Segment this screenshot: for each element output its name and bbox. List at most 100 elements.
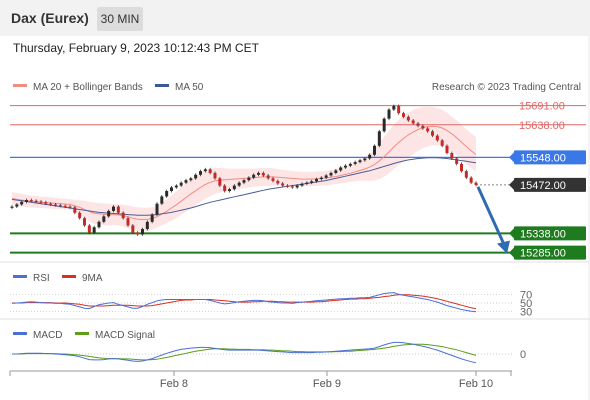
candle-body bbox=[252, 174, 256, 178]
rsi-legend-label: RSI bbox=[33, 273, 50, 284]
macd-signal-legend-swatch bbox=[75, 332, 89, 335]
candle-body bbox=[237, 182, 241, 186]
rsi-ma-legend-label: 9MA bbox=[82, 273, 103, 284]
candle-body bbox=[377, 131, 381, 146]
candle-body bbox=[445, 145, 449, 154]
rsi-legend-swatch bbox=[13, 275, 27, 278]
candle-body bbox=[281, 183, 285, 186]
candle-body bbox=[310, 181, 314, 183]
candle-body bbox=[295, 185, 299, 188]
candle-body bbox=[136, 232, 140, 235]
candle-body bbox=[348, 163, 352, 166]
candle-body bbox=[257, 172, 260, 175]
candle-body bbox=[276, 180, 280, 184]
candle-body bbox=[112, 206, 115, 211]
candle-body bbox=[329, 172, 333, 176]
candle-body bbox=[228, 189, 231, 192]
level-tag-pointer-15472.00 bbox=[509, 179, 514, 190]
candle-body bbox=[203, 169, 207, 172]
candle-body bbox=[58, 205, 62, 207]
candle-body bbox=[397, 105, 401, 114]
candle-body bbox=[174, 185, 178, 188]
level-label-15691.00: 15691.00 bbox=[519, 101, 565, 113]
candle-body bbox=[247, 177, 251, 181]
candle-body bbox=[78, 212, 82, 219]
candle-body bbox=[363, 158, 367, 161]
candle-body bbox=[290, 186, 294, 188]
candle-body bbox=[305, 182, 309, 184]
rsi-panel-layer: 705030 bbox=[10, 289, 532, 319]
rsi-level-label-30: 30 bbox=[520, 307, 532, 319]
candle-body bbox=[44, 202, 48, 204]
candle-body bbox=[189, 178, 193, 181]
candle-body bbox=[83, 218, 86, 226]
level-label-15472.00: 15472.00 bbox=[520, 180, 566, 192]
candle-body bbox=[10, 206, 14, 208]
candle-body bbox=[344, 165, 347, 168]
candle-body bbox=[39, 201, 43, 203]
candle-body bbox=[416, 123, 420, 126]
candle-body bbox=[218, 178, 222, 186]
level-tag-pointer-15548.00 bbox=[509, 152, 514, 163]
candle-body bbox=[464, 171, 468, 178]
candle-body bbox=[213, 172, 217, 179]
candle-body bbox=[402, 113, 405, 117]
ma20-legend-swatch bbox=[13, 84, 27, 87]
ma50-legend-swatch bbox=[155, 84, 169, 87]
candle-body bbox=[208, 169, 212, 173]
candle-body bbox=[440, 140, 444, 146]
candle-body bbox=[382, 118, 386, 132]
candle-body bbox=[194, 174, 198, 179]
candle-body bbox=[68, 206, 72, 208]
candle-body bbox=[319, 177, 323, 180]
level-label-15638.00: 15638.00 bbox=[519, 120, 565, 132]
candle-body bbox=[155, 203, 159, 215]
level-label-15285.00: 15285.00 bbox=[520, 248, 566, 260]
candle-body bbox=[49, 203, 53, 205]
candle-body bbox=[223, 185, 227, 192]
candle-body bbox=[426, 128, 430, 132]
candle-body bbox=[286, 185, 289, 187]
candle-body bbox=[406, 116, 410, 121]
macd-zero-label: 0 bbox=[520, 349, 526, 361]
candle-body bbox=[261, 172, 265, 176]
candle-body bbox=[392, 105, 396, 110]
candle-body bbox=[97, 221, 101, 228]
candle-body bbox=[141, 229, 144, 235]
candle-body bbox=[116, 206, 120, 213]
candle-body bbox=[34, 200, 38, 203]
bollinger-band-fill bbox=[12, 106, 476, 232]
candle-body bbox=[324, 175, 328, 178]
candle-body bbox=[469, 177, 473, 183]
candle-body bbox=[25, 200, 28, 202]
rsi-ma-legend-swatch bbox=[62, 275, 76, 278]
candle-body bbox=[334, 170, 338, 173]
candle-body bbox=[184, 180, 188, 183]
bollinger-band-layer bbox=[12, 106, 476, 232]
candle-body bbox=[411, 120, 415, 124]
ma50-legend-label: MA 50 bbox=[175, 82, 204, 93]
candle-body bbox=[373, 145, 376, 155]
candle-body bbox=[353, 162, 357, 164]
candle-body bbox=[73, 207, 77, 213]
candle-body bbox=[92, 227, 96, 233]
x-tick-label-1: Feb 9 bbox=[313, 378, 341, 390]
x-tick-label-0: Feb 8 bbox=[160, 378, 188, 390]
x-axis-layer: Feb 8 Feb 9 Feb 10 bbox=[9, 371, 512, 390]
candle-body bbox=[315, 179, 318, 182]
candle-body bbox=[179, 182, 183, 186]
candle-body bbox=[102, 216, 106, 222]
candle-body bbox=[20, 201, 24, 205]
candle-body bbox=[435, 135, 439, 141]
level-label-15338.00: 15338.00 bbox=[520, 228, 566, 240]
macd-panel-layer: 0 bbox=[10, 341, 526, 364]
candle-body bbox=[368, 154, 372, 159]
candle-body bbox=[15, 204, 19, 207]
candle-body bbox=[450, 153, 454, 159]
copyright-label: Research © 2023 Trading Central bbox=[432, 82, 581, 93]
candle-body bbox=[474, 182, 478, 185]
candle-body bbox=[431, 131, 434, 136]
macd-signal-legend-label: MACD Signal bbox=[95, 330, 155, 341]
candle-body bbox=[29, 200, 33, 202]
candle-body bbox=[145, 221, 149, 230]
